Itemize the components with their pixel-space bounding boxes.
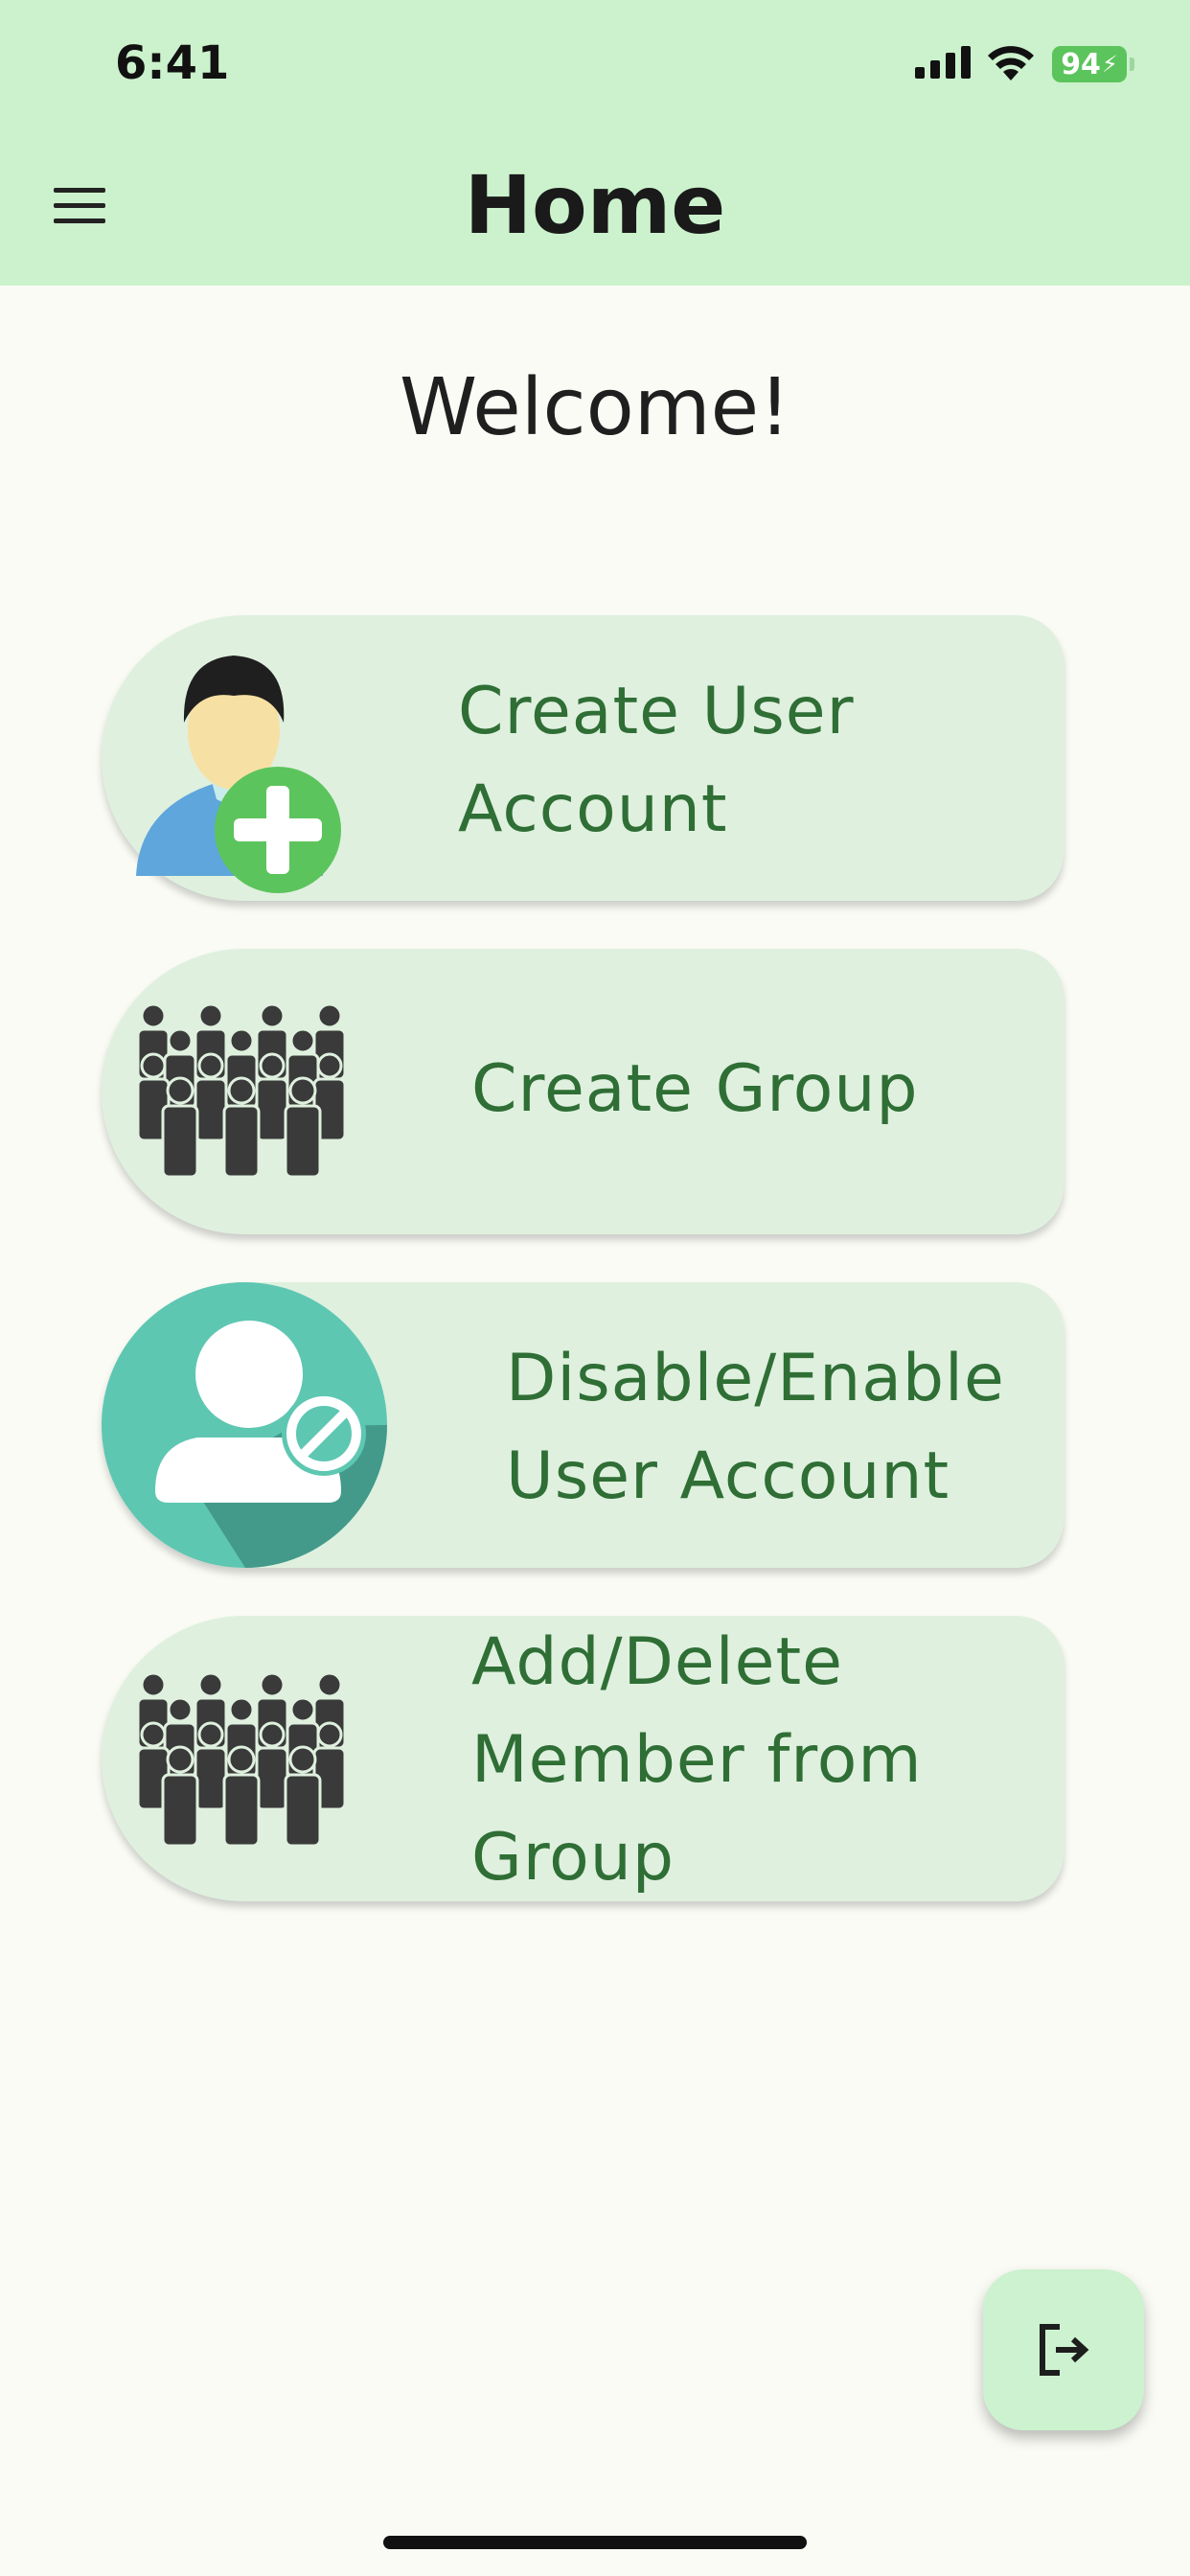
create-user-account-button[interactable]: Create User Account: [102, 615, 1064, 901]
app-header: 6:41 94 ⚡ Home: [0, 0, 1190, 286]
user-add-icon: [136, 656, 341, 893]
add-delete-line-2: Member from: [471, 1722, 923, 1798]
disable-enable-line-2: User Account: [506, 1438, 950, 1514]
logout-icon: [1040, 2324, 1089, 2376]
create-group-label: Create Group: [471, 1051, 919, 1127]
add-delete-line-3: Group: [471, 1820, 675, 1896]
create-user-line-2: Account: [458, 771, 728, 847]
create-user-line-1: Create User: [458, 674, 855, 749]
battery-cap: [1130, 58, 1134, 71]
charging-icon: ⚡: [1101, 51, 1118, 78]
battery-indicator: 94 ⚡: [1052, 46, 1127, 82]
group-icon: [136, 1671, 347, 1848]
disable-enable-user-button[interactable]: Disable/Enable User Account: [102, 1282, 1064, 1568]
user-disable-icon: [102, 1282, 387, 1568]
page-title: Home: [464, 158, 726, 252]
add-delete-member-button[interactable]: Add/Delete Member from Group: [102, 1616, 1064, 1901]
home-indicator: [383, 2536, 807, 2549]
wifi-icon: [988, 46, 1034, 80]
status-time: 6:41: [115, 36, 230, 90]
create-group-button[interactable]: Create Group: [102, 949, 1064, 1234]
welcome-heading: Welcome!: [400, 362, 790, 453]
disable-enable-line-1: Disable/Enable: [506, 1341, 1005, 1416]
logout-button[interactable]: [983, 2269, 1144, 2430]
group-icon: [136, 1002, 347, 1179]
add-delete-line-1: Add/Delete: [471, 1624, 843, 1700]
battery-percent: 94: [1061, 47, 1101, 81]
cellular-signal-icon: [915, 46, 971, 79]
